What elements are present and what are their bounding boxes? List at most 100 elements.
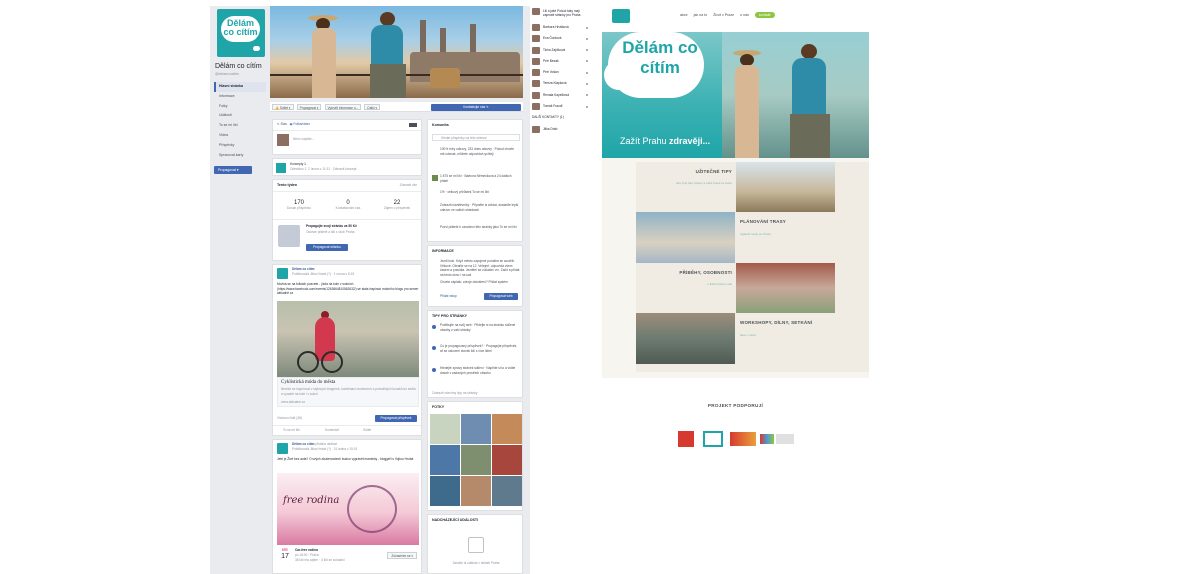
info-cta[interactable]: Chcete záplatu: zdroje dotváření? Přidat… (440, 280, 520, 285)
tile-image-workshop[interactable] (636, 313, 735, 364)
sponsor-logo[interactable] (678, 431, 694, 447)
tab-status[interactable]: ✎ Stav (277, 122, 287, 126)
tip-item[interactable]: Publikujte na svůj web · Přidejte si na … (440, 323, 520, 332)
promote-page-button[interactable]: Propagovat stránku (306, 244, 348, 251)
nav-link[interactable]: akce (680, 13, 688, 17)
share-button[interactable]: 👍 Sdílet ▾ (272, 104, 294, 110)
chat-contact[interactable]: Barbora Hrušková (530, 22, 590, 33)
reach-count[interactable]: Oslovení lidé (38) (277, 416, 302, 421)
share-post-button[interactable]: Sdílet (363, 428, 371, 433)
stat[interactable]: 22 Zájem o příspěvek (375, 200, 419, 211)
nav-item-events[interactable]: Události (214, 111, 266, 121)
community-row[interactable]: 1% · celkový přírůstek To se mi líbí (440, 190, 520, 195)
cover-person-head (380, 12, 395, 26)
chat-contact[interactable]: Lili a jaké Pokud taky mají zapnuté strá… (530, 6, 590, 22)
chat-contact[interactable]: Petr Bezák (530, 56, 590, 67)
chat-contact[interactable]: Eva Čurdová (530, 33, 590, 44)
chat-contact[interactable]: Renata Kapelková (530, 90, 590, 101)
nav-link[interactable]: jak na to (694, 13, 708, 17)
nav-item-home[interactable]: Hlavní stránka (214, 82, 266, 92)
page-title[interactable]: Dělám co cítím (215, 63, 262, 70)
community-card: Komunita Hledat příspěvky na této stránc… (427, 119, 523, 242)
composer-input[interactable]: Něco napište... (293, 137, 314, 142)
comment-button[interactable]: Komentář (325, 428, 339, 433)
tab-photo-video[interactable]: ▣ Fotka/video (290, 122, 310, 126)
more-dropdown[interactable]: Další ▾ (364, 104, 381, 110)
website-logo-small[interactable] (612, 9, 630, 23)
nav-contact-pill[interactable]: kontakt (754, 12, 775, 18)
post-card: Dělám co cítím přidal/a událost Publikov… (272, 439, 422, 574)
stat[interactable]: 170 Dosah příspěvku (277, 200, 321, 211)
hero-logo[interactable]: Dělám co cítím (620, 38, 700, 78)
card-title: NADCHÁZEJÍCÍ UDÁLOSTI (432, 518, 479, 522)
section-title-workshops[interactable]: WORKSHOPY, DÍLNY, SETKÁNÍ (740, 320, 812, 325)
section-title-tips[interactable]: UŽITEČNÉ TIPY (688, 169, 732, 174)
community-row[interactable]: Zobrazit návštěvníky · Připněte si zbída… (440, 203, 520, 212)
chat-contact[interactable]: Petr Vošan (530, 67, 590, 78)
invite-friends[interactable]: Pozvi přátele k označení této stránky ja… (440, 225, 520, 230)
like-button[interactable]: To se mi líbí (283, 428, 300, 433)
nav-item-likes[interactable]: To se mi líbí (214, 121, 266, 131)
see-all-link[interactable]: Zobrazit vše (400, 183, 417, 188)
going-dropdown[interactable]: Zúčastním se ▾ (387, 552, 417, 559)
promote-button[interactable]: Propagovat ▾ (214, 166, 252, 174)
nav-item-posts[interactable]: Příspěvky (214, 141, 266, 151)
post-author[interactable]: Dělám co cítím (292, 442, 315, 446)
photo-thumb[interactable] (461, 476, 491, 506)
nav-item-videos[interactable]: Videa (214, 131, 266, 141)
sponsor-logo[interactable] (703, 431, 723, 447)
photo-thumb[interactable] (430, 476, 460, 506)
nav-item-manage-tabs[interactable]: Spravovat karty (214, 151, 266, 161)
link-preview[interactable]: Cyklistická móda do města Nechte se insp… (277, 377, 419, 407)
photo-thumb[interactable] (461, 445, 491, 475)
tip-item[interactable]: Hledejte zprávy stránek sdílení · Naplňt… (440, 366, 520, 375)
photo-thumb[interactable] (492, 414, 522, 444)
chat-contact[interactable]: Jitka Dráb (530, 124, 590, 135)
photo-thumb[interactable] (430, 445, 460, 475)
chat-contact[interactable]: Ticha Zajíčková (530, 45, 590, 56)
hero-tagline-bold: zdravěji... (669, 136, 711, 146)
hero-person-skirt (790, 114, 830, 158)
section-title-stories[interactable]: PŘÍBĚHY, OSOBNOSTI (662, 270, 732, 275)
promote-website-button[interactable]: Propagovat web (484, 293, 518, 300)
nav-link[interactable]: o nás (740, 13, 749, 17)
sponsor-logo[interactable] (760, 434, 774, 444)
nav-item-about[interactable]: Informace (214, 92, 266, 102)
page-profile-picture[interactable]: Dělám co cítím (217, 9, 265, 57)
event-poster[interactable]: free rodina (277, 473, 419, 545)
create-info-button[interactable]: Vytvořit informace o... (324, 104, 362, 110)
promote-dropdown[interactable]: Propagovat ▾ (296, 104, 322, 110)
photo-thumb[interactable] (492, 476, 522, 506)
nav-link[interactable]: Život v Praze (713, 13, 734, 17)
post-author[interactable]: Dělám co cítím (292, 267, 315, 272)
sponsor-logo[interactable] (776, 434, 794, 444)
photo-thumb[interactable] (461, 414, 491, 444)
chat-contact[interactable]: Tomáš Fraudl (530, 101, 590, 112)
tip-item[interactable]: Co je propagovaný příspěvek? · Propagujt… (440, 344, 520, 353)
community-row[interactable]: 100% míry odezvy, 233 dnes odezvy · Poku… (440, 147, 518, 156)
photo-thumb[interactable] (430, 414, 460, 444)
chat-contact[interactable]: Tereza Klapková (530, 78, 590, 89)
tile-image-map[interactable] (636, 212, 735, 263)
card-title: INFORMACE (432, 249, 454, 253)
boost-post-button[interactable]: Propagovat příspěvek (375, 415, 417, 422)
post-image[interactable] (277, 301, 419, 377)
tile-image-family[interactable] (736, 263, 835, 313)
add-entry-link[interactable]: Přidat vstup (440, 294, 457, 299)
image-bike-wheel (321, 351, 343, 373)
contact-us-button[interactable]: Kontaktujte nás ✎ (431, 104, 521, 111)
tile-image-cyclist[interactable] (736, 162, 835, 212)
page-search-input[interactable]: Hledat příspěvky na této stránce (432, 134, 520, 141)
draft-title[interactable]: Koncepty 1 (290, 162, 306, 167)
event-title[interactable]: Car-free rodina (295, 548, 318, 553)
cover-photo[interactable] (270, 6, 523, 98)
sponsor-logo[interactable] (730, 432, 756, 446)
stat[interactable]: 0 Kontaktování nás (326, 200, 370, 211)
composer-menu-icon[interactable] (409, 123, 417, 127)
see-all-tips-link[interactable]: Zobrazit všechny tipy na stránky (432, 391, 478, 396)
photo-thumb[interactable] (492, 445, 522, 475)
section-title-route[interactable]: PLÁNOVÁNÍ TRASY (740, 219, 786, 224)
nav-item-photos[interactable]: Fotky (214, 102, 266, 112)
contact-name: Tereza Klapková (543, 81, 567, 86)
community-row[interactable]: 1 875 se mi líbí · Barbora Němečková a 2… (440, 174, 520, 183)
